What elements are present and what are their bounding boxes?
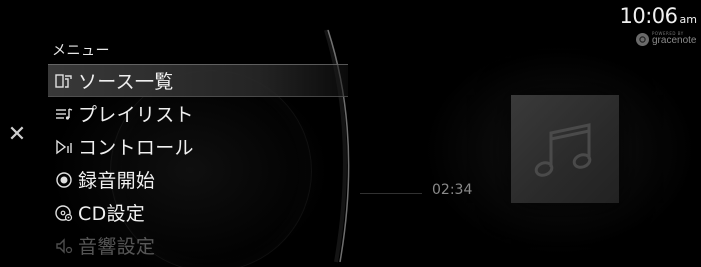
control-icon (54, 137, 74, 157)
menu-list: ソース一覧 プレイリスト コントロール 録音開始 CD設定 音響設定 (48, 64, 348, 262)
menu-item-label: プレイリスト (78, 104, 194, 126)
menu-item-source-list[interactable]: ソース一覧 (48, 64, 348, 97)
close-icon: ✕ (7, 122, 27, 147)
menu-item-label: 音響設定 (78, 236, 156, 258)
gracenote-badge: POWERED BY gracenote (636, 32, 696, 46)
album-art (511, 95, 619, 203)
gracenote-name: gracenote (652, 35, 697, 46)
menu-item-label: コントロール (78, 137, 194, 159)
music-note-icon (534, 123, 592, 177)
cd-settings-icon (54, 203, 74, 223)
gracenote-logo-icon (636, 32, 649, 46)
menu-item-control[interactable]: コントロール (48, 130, 348, 163)
clock-ampm: am (679, 13, 697, 26)
sound-settings-icon (54, 236, 74, 256)
progress-track (360, 193, 422, 194)
menu-item-label: ソース一覧 (78, 71, 174, 93)
record-icon (54, 170, 74, 190)
menu-title: メニュー (52, 43, 110, 59)
playlist-icon (54, 104, 74, 124)
media-menu-screen: ✕ メニュー ソース一覧 プレイリスト コントロール 録音開始 CD設定 音響設… (0, 0, 701, 267)
gracenote-text: POWERED BY gracenote (652, 32, 696, 46)
menu-item-sound-settings[interactable]: 音響設定 (48, 229, 348, 262)
clock-time: 10:06 (619, 4, 679, 28)
menu-item-label: 録音開始 (78, 170, 156, 192)
source-list-icon (54, 71, 74, 91)
menu-item-playlist[interactable]: プレイリスト (48, 97, 348, 130)
menu-item-start-recording[interactable]: 録音開始 (48, 163, 348, 196)
menu-item-label: CD設定 (78, 203, 146, 225)
elapsed-time: 02:34 (432, 182, 473, 198)
close-button[interactable]: ✕ (6, 124, 28, 146)
clock: 10:06 am (620, 4, 698, 28)
menu-item-cd-settings[interactable]: CD設定 (48, 196, 348, 229)
